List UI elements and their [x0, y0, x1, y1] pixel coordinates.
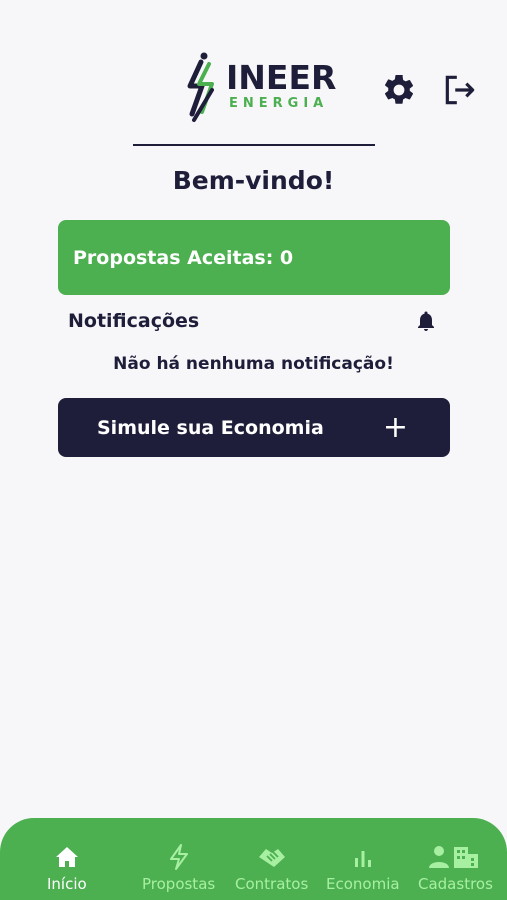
- accepted-proposals-label: Propostas Aceitas: 0: [73, 246, 294, 269]
- simulate-savings-label: Simule sua Economia: [97, 416, 324, 439]
- simulate-savings-button[interactable]: Simule sua Economia +: [58, 398, 450, 457]
- logout-button[interactable]: [440, 70, 480, 110]
- logo-subtitle: ENERGIA: [229, 96, 329, 111]
- lightning-logo-icon: [187, 52, 214, 122]
- nav-item-cadastros[interactable]: Cadastros: [418, 844, 493, 893]
- bottom-navigation: Início Propostas Contratos Economia Cada…: [0, 818, 507, 900]
- bell-icon: [418, 311, 434, 331]
- notifications-button[interactable]: [412, 307, 440, 335]
- logo: INEER ENERGIA: [182, 50, 336, 126]
- person-building-icon: [427, 844, 483, 870]
- plus-icon: +: [382, 409, 408, 445]
- logo-wordmark: INEER: [226, 58, 337, 97]
- nav-item-propostas[interactable]: Propostas: [142, 844, 215, 893]
- nav-item-economia[interactable]: Economia: [326, 844, 400, 893]
- accepted-proposals-card[interactable]: Propostas Aceitas: 0: [58, 220, 450, 295]
- nav-label-contratos: Contratos: [235, 875, 309, 893]
- nav-label-inicio: Início: [47, 875, 87, 893]
- header-divider: [133, 144, 375, 146]
- settings-button[interactable]: [379, 70, 419, 110]
- nav-label-propostas: Propostas: [142, 875, 216, 893]
- handshake-icon: [257, 844, 287, 870]
- empty-notifications-message: Não há nenhuma notificação!: [113, 354, 394, 374]
- nav-label-cadastros: Cadastros: [418, 875, 493, 893]
- nav-item-contratos[interactable]: Contratos: [235, 844, 308, 893]
- header: INEER ENERGIA: [0, 0, 507, 150]
- logout-icon: [445, 75, 475, 105]
- notifications-header: Notificações: [68, 306, 440, 336]
- gear-icon: [384, 74, 414, 104]
- home-icon: [55, 844, 79, 870]
- notifications-title: Notificações: [68, 310, 200, 332]
- bar-chart-icon: [352, 844, 374, 870]
- nav-label-economia: Economia: [326, 875, 400, 893]
- bolt-icon: [168, 844, 190, 870]
- nav-item-inicio[interactable]: Início: [47, 844, 87, 893]
- welcome-heading: Bem-vindo!: [172, 166, 335, 195]
